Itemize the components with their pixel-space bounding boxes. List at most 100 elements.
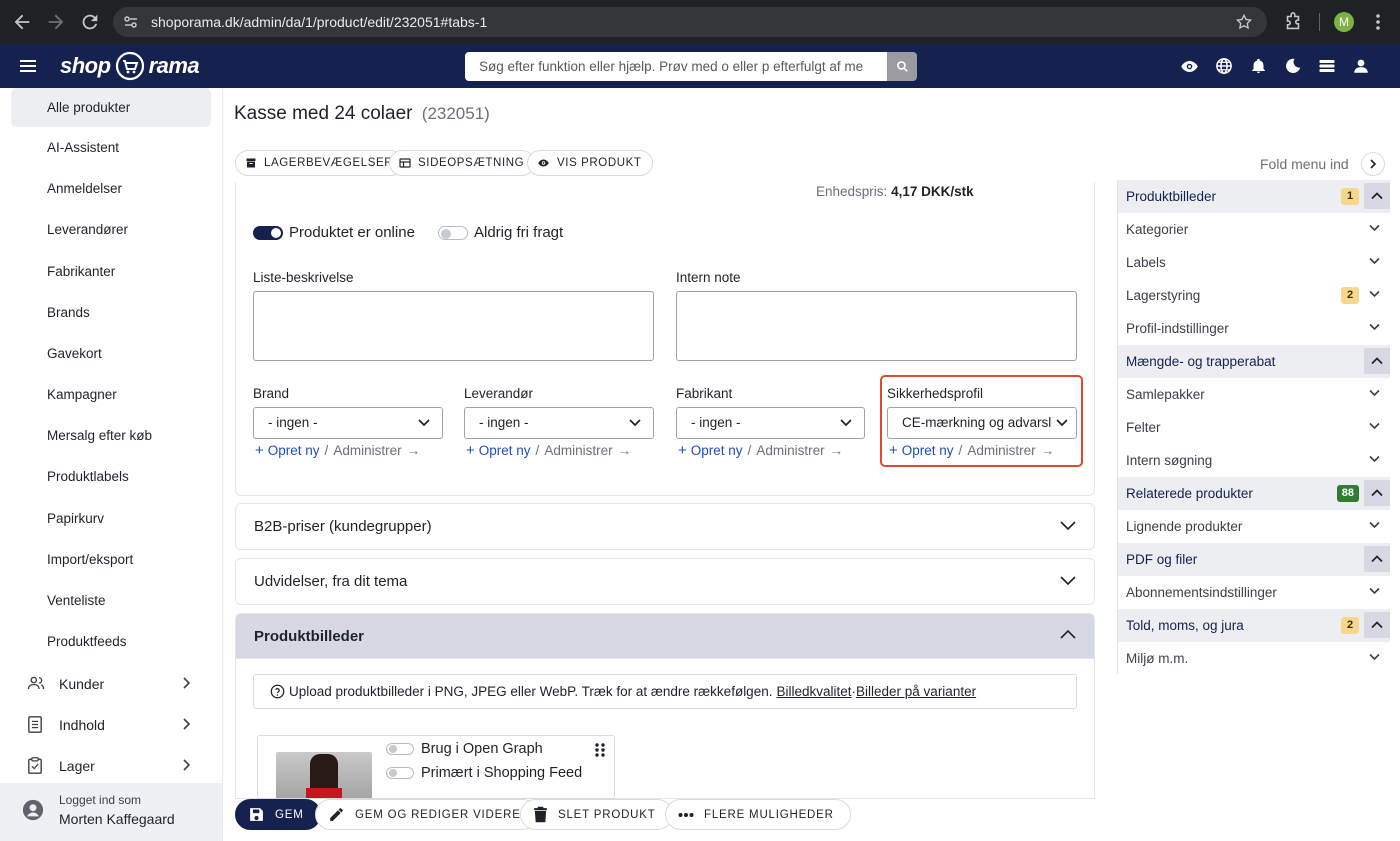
- sidebar-item-fabrikanter[interactable]: Fabrikanter: [11, 252, 211, 291]
- reload-icon[interactable]: [79, 11, 101, 33]
- sidebar-group-indhold[interactable]: Indhold: [11, 705, 211, 744]
- nav-item-lignende-produkter[interactable]: Lignende produkter: [1118, 510, 1390, 543]
- sidebar-item-alle-produkter[interactable]: Alle produkter: [11, 88, 211, 127]
- free-shipping-toggle[interactable]: [438, 226, 468, 240]
- shoporama-logo[interactable]: shop rama: [60, 51, 200, 81]
- brand-select-value: - ingen -: [268, 415, 318, 430]
- sidebar-item-leverandorer[interactable]: Leverandører: [11, 210, 211, 249]
- nav-item-felter[interactable]: Felter: [1118, 411, 1390, 444]
- profile-avatar[interactable]: M: [1334, 12, 1354, 32]
- sidebar-item-gavekort[interactable]: Gavekort: [11, 334, 211, 373]
- nav-item-samlepakker[interactable]: Samlepakker: [1118, 378, 1390, 411]
- drag-handle-icon[interactable]: [594, 742, 606, 758]
- open-graph-toggle[interactable]: [386, 743, 414, 755]
- brand-create-link[interactable]: Opret ny: [268, 443, 320, 458]
- sideopsaetning-button[interactable]: SIDEOPSÆTNING: [389, 150, 536, 176]
- sidebar-item-kampagner[interactable]: Kampagner: [11, 375, 211, 414]
- logged-in-user[interactable]: Logget ind som Morten Kaffegaard: [0, 783, 222, 841]
- site-settings-icon[interactable]: [123, 14, 139, 30]
- chevron-down-icon: [418, 418, 430, 428]
- upload-info-box: Upload produktbilleder i PNG, JPEG eller…: [253, 674, 1077, 709]
- nav-item-relaterede-produkter[interactable]: Relaterede produkter 88: [1118, 477, 1390, 510]
- nav-item-kategorier[interactable]: Kategorier: [1118, 213, 1390, 246]
- manufacturer-select-value: - ingen -: [691, 415, 741, 430]
- product-image-card[interactable]: Brug i Open Graph Primært i Shopping Fee…: [257, 735, 615, 799]
- dark-mode-moon-icon[interactable]: [1284, 57, 1302, 75]
- bell-icon[interactable]: [1250, 57, 1267, 75]
- internal-note-label: Intern note: [676, 270, 741, 285]
- save-button[interactable]: GEM: [235, 799, 321, 830]
- vis-produkt-button[interactable]: VIS PRODUKT: [527, 150, 653, 176]
- sidebar-item-produktfeeds[interactable]: Produktfeeds: [11, 622, 211, 661]
- save-continue-button[interactable]: GEM OG REDIGER VIDERE: [315, 799, 538, 830]
- sidebar-group-lager[interactable]: Lager: [11, 746, 211, 785]
- extensions-icon[interactable]: [1282, 11, 1304, 33]
- lagerbevaegelser-button[interactable]: LAGERBEVÆGELSER: [235, 150, 405, 176]
- sidebar-item-papirkurv[interactable]: Papirkurv: [11, 499, 211, 538]
- sidebar-item-ai-assistent[interactable]: AI-Assistent: [11, 128, 211, 167]
- nav-item-intern-søgning[interactable]: Intern søgning: [1118, 444, 1390, 477]
- hamburger-menu-icon[interactable]: [18, 56, 38, 76]
- nav-item-mængde-og-trapperabat[interactable]: Mængde- og trapperabat: [1118, 345, 1390, 378]
- chevron-up-icon[interactable]: [1364, 546, 1390, 572]
- back-arrow-icon[interactable]: [11, 11, 33, 33]
- nav-item-produktbilleder[interactable]: Produktbilleder 1: [1118, 180, 1390, 213]
- internal-note-textarea[interactable]: [676, 291, 1077, 361]
- address-bar[interactable]: shoporama.dk/admin/da/1/product/edit/232…: [113, 7, 1267, 37]
- online-toggle[interactable]: [253, 226, 283, 240]
- delete-product-button[interactable]: SLET PRODUKT: [520, 799, 673, 830]
- nav-item-profil-indstillinger[interactable]: Profil-indstillinger: [1118, 312, 1390, 345]
- more-options-button[interactable]: FLERE MULIGHEDER: [665, 799, 851, 830]
- sidebar-item-import-eksport[interactable]: Import/eksport: [11, 540, 211, 579]
- accordion-b2b-prices[interactable]: B2B-priser (kundegrupper): [235, 503, 1095, 550]
- safety-profile-select[interactable]: CE-mærkning og advarsler: [887, 407, 1077, 439]
- sidebar-item-anmeldelser[interactable]: Anmeldelser: [11, 169, 211, 208]
- safety-profile-manage-link[interactable]: Administrer: [967, 443, 1035, 458]
- supplier-manage-link[interactable]: Administrer: [544, 443, 612, 458]
- eye-icon[interactable]: [1180, 57, 1199, 76]
- nav-item-labels[interactable]: Labels: [1118, 246, 1390, 279]
- variant-images-link[interactable]: Billeder på varianter: [856, 684, 976, 699]
- accordion-theme-extensions[interactable]: Udvidelser, fra dit tema: [235, 558, 1095, 605]
- shopping-feed-toggle[interactable]: [386, 767, 414, 779]
- nav-item-lagerstyring[interactable]: Lagerstyring 2: [1118, 279, 1390, 312]
- nav-item-pdf-og-filer[interactable]: PDF og filer: [1118, 543, 1390, 576]
- brand-manage-link[interactable]: Administrer: [333, 443, 401, 458]
- stack-menu-icon[interactable]: [1318, 57, 1336, 75]
- nav-item-abonnementsindstillinger[interactable]: Abonnementsindstillinger: [1118, 576, 1390, 609]
- manufacturer-manage-link[interactable]: Administrer: [756, 443, 824, 458]
- sidebar-item-brands[interactable]: Brands: [11, 293, 211, 332]
- globe-icon[interactable]: [1215, 57, 1233, 75]
- sidebar-group-kunder[interactable]: Kunder: [11, 664, 211, 703]
- safety-profile-create-link[interactable]: Opret ny: [902, 443, 954, 458]
- count-badge: 2: [1341, 617, 1359, 634]
- nav-item-miljø-m-m[interactable]: Miljø m.m.: [1118, 642, 1390, 675]
- chevron-up-icon[interactable]: [1364, 480, 1390, 506]
- list-description-textarea[interactable]: [253, 291, 654, 361]
- supplier-select[interactable]: - ingen -: [464, 407, 654, 439]
- fold-menu-button[interactable]: [1361, 152, 1385, 176]
- chevron-up-icon[interactable]: [1364, 183, 1390, 209]
- manufacturer-create-link[interactable]: Opret ny: [691, 443, 743, 458]
- search-input[interactable]: [465, 52, 887, 81]
- image-quality-link[interactable]: Billedkvalitet: [776, 684, 851, 699]
- fold-menu-label[interactable]: Fold menu ind: [1260, 156, 1349, 172]
- accordion-product-images[interactable]: Produktbilleder: [235, 613, 1095, 659]
- manufacturer-select[interactable]: - ingen -: [676, 407, 865, 439]
- accordion-label: Udvidelser, fra dit tema: [254, 573, 408, 590]
- user-account-icon[interactable]: [1352, 57, 1370, 75]
- product-image-thumbnail[interactable]: [276, 752, 372, 798]
- url-text[interactable]: shoporama.dk/admin/da/1/product/edit/232…: [151, 14, 487, 30]
- forward-arrow-icon[interactable]: [45, 11, 67, 33]
- brand-select[interactable]: - ingen -: [253, 407, 443, 439]
- nav-item-told-moms-og-jura[interactable]: Told, moms, og jura 2: [1118, 609, 1390, 642]
- bookmark-star-icon[interactable]: [1235, 13, 1253, 31]
- search-button[interactable]: [887, 52, 917, 81]
- chevron-up-icon[interactable]: [1364, 612, 1390, 638]
- sidebar-item-mersalg[interactable]: Mersalg efter køb: [11, 416, 211, 455]
- sidebar-item-venteliste[interactable]: Venteliste: [11, 581, 211, 620]
- sidebar-item-produktlabels[interactable]: Produktlabels: [11, 457, 211, 496]
- browser-menu-icon[interactable]: [1370, 11, 1386, 33]
- chevron-up-icon[interactable]: [1364, 348, 1390, 374]
- supplier-create-link[interactable]: Opret ny: [479, 443, 531, 458]
